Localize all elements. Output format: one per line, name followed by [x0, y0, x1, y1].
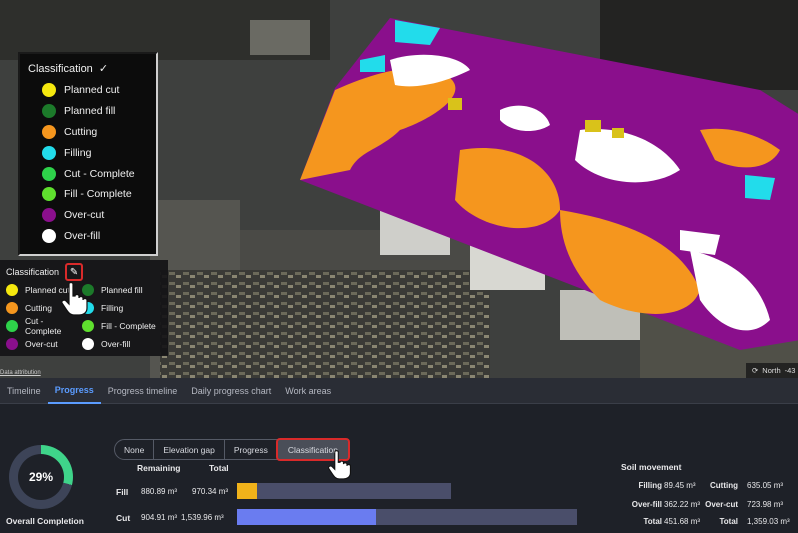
fill-row-label: Fill [116, 487, 129, 497]
classification-swatch-icon [42, 124, 56, 139]
legend-item-label: Filling [101, 302, 124, 313]
classification-swatch-icon [42, 145, 56, 160]
legend-item: Over-fill [82, 336, 162, 351]
soil-left-value: 89.45 m³ [664, 481, 696, 490]
soil-right-value: 1,359.03 m³ [747, 517, 790, 526]
classification-swatch-icon [42, 83, 56, 98]
classification-panel-header[interactable]: Classification ✓ [28, 62, 148, 76]
legend-item: Planned fill [82, 282, 162, 297]
classification-option-label: Cutting [64, 125, 98, 138]
overall-completion-percent: 29% [18, 454, 64, 500]
legend-item: Fill - Complete [82, 318, 162, 333]
soil-movement-title: Soil movement [621, 462, 682, 472]
classification-dropdown-panel: Classification ✓ Planned cut Planned fill… [18, 52, 158, 256]
classification-option-label: Planned cut [64, 84, 120, 97]
soil-right-value: 723.98 m³ [747, 500, 784, 509]
view-mode-selector: None Elevation gap Progress Classification [114, 438, 350, 461]
check-icon: ✓ [98, 63, 109, 75]
tab-daily-progress-chart[interactable]: Daily progress chart [184, 378, 278, 404]
classification-swatch-icon [42, 104, 56, 119]
legend-item-label: Over-fill [101, 338, 131, 349]
classification-panel-title: Classification [28, 62, 93, 75]
bottom-tab-bar: Timeline Progress Progress timeline Daily p… [0, 378, 798, 404]
fill-progress-fill [237, 483, 257, 499]
tab-progress-timeline[interactable]: Progress timeline [101, 378, 185, 404]
data-attribution-link[interactable]: Data attribution [0, 370, 41, 376]
classification-option[interactable]: Filling [28, 142, 148, 163]
classification-option-label: Over-fill [64, 229, 101, 242]
cut-total: 1,539.96 m³ [181, 513, 224, 522]
soil-left-value: 451.68 m³ [664, 517, 701, 526]
cut-progress-fill [237, 509, 377, 525]
soil-right-label: Cutting [710, 481, 738, 490]
legend-item-label: Over-cut [25, 338, 58, 349]
tab-progress[interactable]: Progress [47, 378, 101, 404]
classification-option-label: Fill - Complete [64, 188, 132, 201]
north-value: -43 [784, 366, 796, 375]
classification-option-label: Filling [64, 146, 92, 159]
legend-item: Cut - Complete [6, 315, 82, 336]
classification-swatch-icon [42, 208, 56, 223]
soil-right-label: Over-cut [705, 500, 738, 509]
classification-option-label: Planned fill [64, 105, 116, 118]
classification-option-label: Over-cut [64, 209, 105, 222]
classification-swatch-icon [42, 228, 56, 243]
legend-dot-icon [6, 283, 18, 296]
cut-progress-bar [237, 509, 577, 525]
classification-option[interactable]: Cutting [28, 122, 148, 143]
view-mode-elevation-gap-button[interactable]: Elevation gap [154, 440, 225, 459]
classification-option[interactable]: Planned fill [28, 101, 148, 122]
view-mode-none-button[interactable]: None [115, 440, 155, 459]
fill-remaining: 880.89 m³ [141, 487, 178, 496]
cut-remaining: 904.91 m³ [141, 513, 178, 522]
fill-progress-bar [237, 483, 451, 499]
total-header: Total [209, 463, 229, 473]
classification-option-label: Cut - Complete [64, 167, 135, 180]
legend-item-label: Cut - Complete [24, 315, 62, 336]
classification-option[interactable]: Cut - Complete [28, 163, 148, 184]
legend-item-label: Fill - Complete [101, 320, 156, 331]
legend-dot-icon [6, 337, 18, 350]
remaining-header: Remaining [137, 463, 181, 473]
view-mode-progress-button[interactable]: Progress [225, 440, 278, 459]
legend-item-label: Cutting [25, 302, 52, 313]
soil-left-label: Filling [638, 481, 662, 490]
legend-title: Classification [6, 267, 60, 277]
edit-legend-button[interactable]: ✎ [65, 263, 84, 281]
legend-dot-icon [6, 319, 18, 332]
classification-swatch-icon [42, 187, 56, 202]
classification-option[interactable]: Fill - Complete [28, 184, 148, 205]
soil-right-value: 635.05 m³ [747, 481, 784, 490]
overall-completion-label: Overall Completion [6, 516, 84, 526]
north-indicator[interactable]: ⟳ North -43 [746, 363, 798, 378]
soil-left-label: Over-fill [631, 500, 662, 509]
classification-option[interactable]: Over-fill [28, 226, 148, 247]
fill-total: 970.34 m³ [192, 487, 229, 496]
classification-swatch-icon [42, 166, 56, 181]
legend-item: Filling [82, 300, 162, 315]
compass-icon: ⟳ [752, 366, 759, 375]
legend-item: Over-cut [6, 336, 82, 351]
map-view[interactable]: Classification ✓ Planned cut Planned fill… [0, 0, 798, 378]
north-label: North [762, 366, 781, 375]
soil-right-label: Total [719, 517, 738, 526]
tab-work-areas[interactable]: Work areas [278, 378, 338, 404]
legend-dot-icon [82, 337, 94, 350]
tab-timeline[interactable]: Timeline [0, 378, 48, 404]
pencil-icon: ✎ [69, 266, 79, 278]
legend-dot-icon [6, 301, 18, 314]
soil-left-value: 362.22 m³ [664, 500, 701, 509]
soil-left-label: Total [643, 517, 662, 526]
classification-option[interactable]: Over-cut [28, 205, 148, 226]
legend-dot-icon [82, 319, 94, 332]
hand-cursor-icon [61, 282, 88, 316]
legend-item-label: Planned fill [101, 284, 143, 295]
cut-row-label: Cut [116, 513, 131, 523]
classification-option[interactable]: Planned cut [28, 80, 148, 101]
hand-cursor-icon-2 [328, 450, 351, 480]
